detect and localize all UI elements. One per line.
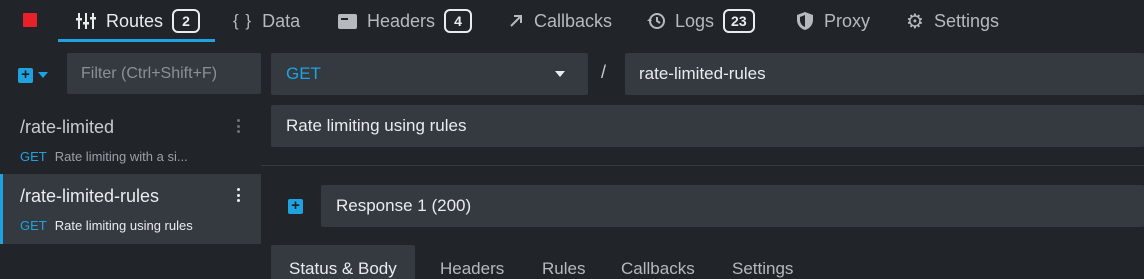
arrow-up-right-icon (508, 13, 524, 29)
route-description: Rate limiting using rules (54, 218, 193, 233)
route-path: /rate-limited-rules (20, 186, 160, 206)
route-method: GET (20, 149, 47, 164)
tab-data[interactable]: { } Data (233, 0, 300, 42)
stop-environment-button[interactable] (23, 13, 37, 27)
logs-count-badge: 23 (723, 9, 755, 33)
method-select-value: GET (286, 64, 321, 83)
route-summary: GET Rate limiting with a si... (20, 149, 188, 164)
tab-proxy[interactable]: Proxy (796, 0, 870, 42)
braces-icon: { } (233, 11, 253, 30)
route-filter-input[interactable] (67, 53, 261, 94)
plus-icon: + (18, 67, 33, 83)
tab-response-headers[interactable]: Headers (440, 245, 504, 279)
route-documentation-value: Rate limiting using rules (286, 116, 467, 135)
tab-logs-label: Logs (675, 10, 715, 31)
more-vertical-icon[interactable] (237, 188, 241, 202)
add-response-button[interactable]: + (288, 198, 303, 214)
chevron-down-icon (38, 72, 48, 78)
top-tab-bar: Routes 2 { } Data Headers 4 Callbacks Lo… (0, 0, 1144, 42)
tab-headers-label: Headers (367, 10, 436, 31)
route-list-item-selected[interactable]: /rate-limited-rules GET Rate limiting usi… (0, 174, 261, 244)
section-divider (261, 165, 1144, 166)
tab-response-rules[interactable]: Rules (542, 245, 585, 279)
routes-count-badge: 2 (172, 9, 201, 33)
tab-settings[interactable]: ⚙ Settings (906, 0, 999, 42)
tab-callbacks-label: Callbacks (534, 10, 613, 31)
shield-icon (796, 11, 814, 31)
tab-response-callbacks[interactable]: Callbacks (621, 245, 695, 279)
headers-icon (338, 13, 357, 29)
tab-routes[interactable]: Routes 2 (58, 0, 215, 42)
route-documentation-input[interactable]: Rate limiting using rules (271, 105, 1144, 147)
history-icon (647, 12, 665, 30)
route-path: /rate-limited (20, 117, 115, 137)
response-select[interactable]: Response 1 (200) (321, 185, 1144, 227)
tab-status-body[interactable]: Status & Body (271, 245, 415, 279)
method-select[interactable]: GET (271, 53, 588, 95)
path-separator: / (601, 62, 607, 82)
routes-icon (76, 13, 96, 29)
route-list-item[interactable]: /rate-limited GET Rate limiting with a si… (0, 105, 261, 175)
tab-response-settings[interactable]: Settings (732, 245, 793, 279)
tab-logs[interactable]: Logs 23 (647, 0, 755, 42)
route-description: Rate limiting with a si... (54, 149, 188, 164)
tab-callbacks[interactable]: Callbacks (508, 0, 612, 42)
route-method: GET (20, 218, 47, 233)
gear-icon: ⚙ (906, 10, 924, 33)
tab-data-label: Data (262, 10, 301, 31)
add-route-button[interactable]: + (18, 67, 54, 83)
tab-settings-label: Settings (933, 10, 999, 31)
headers-count-badge: 4 (444, 9, 473, 33)
caret-down-icon (555, 71, 565, 77)
response-select-value: Response 1 (200) (336, 196, 472, 215)
tab-proxy-label: Proxy (824, 10, 871, 31)
tab-routes-label: Routes (106, 10, 164, 31)
route-summary: GET Rate limiting using rules (20, 218, 193, 233)
more-vertical-icon[interactable] (237, 119, 241, 133)
tab-headers[interactable]: Headers 4 (338, 0, 473, 42)
route-path-input[interactable]: rate-limited-rules (625, 53, 1144, 95)
route-path-value: rate-limited-rules (639, 64, 766, 83)
